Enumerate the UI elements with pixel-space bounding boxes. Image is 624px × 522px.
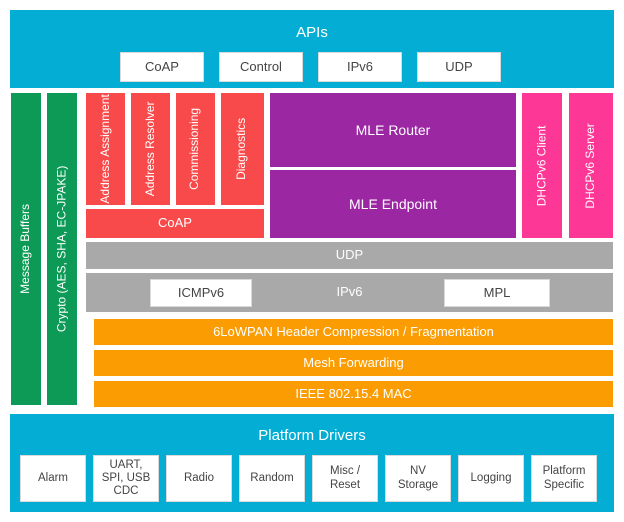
platform-item-label: Misc / Reset [329, 465, 361, 491]
core-mpl-label: MPL [483, 284, 511, 300]
core-diagnostics-label: Diagnostics [234, 117, 249, 181]
core-mle-router-label: MLE Router [355, 121, 431, 138]
api-layer-title: APIs [296, 23, 328, 41]
core-commissioning-label: Commissioning [187, 107, 202, 191]
core-6lowpan-label: 6LoWPAN Header Compression / Fragmentati… [213, 323, 494, 339]
api-item-label: UDP [445, 58, 473, 74]
core-dhcpv6-client-label: DHCPv6 Client [534, 125, 549, 206]
core-ieee-mac-row: IEEE 802.15.4 MAC [93, 380, 614, 408]
api-item-udp[interactable]: UDP [417, 52, 501, 82]
core-ipv6-label: IPv6 [336, 284, 363, 300]
platform-layer-title: Platform Drivers [258, 426, 366, 444]
core-address-resolver-label: Address Resolver [142, 101, 157, 197]
core-message-buffers-label: Message Buffers [18, 204, 33, 294]
core-mle-endpoint: MLE Endpoint [269, 169, 517, 239]
platform-item-uart-spi-usb-cdc[interactable]: UART, SPI, USB CDC [93, 455, 159, 502]
core-mle-endpoint-label: MLE Endpoint [349, 195, 437, 212]
platform-item-label: UART, SPI, USB CDC [101, 458, 151, 498]
core-dhcpv6-server-label: DHCPv6 Server [583, 122, 598, 209]
core-mesh-forwarding-label: Mesh Forwarding [303, 354, 404, 370]
core-address-assignment: Address Assignment [85, 92, 126, 206]
core-coap-label: CoAP [158, 215, 192, 231]
api-item-ipv6[interactable]: IPv6 [318, 52, 402, 82]
platform-item-logging[interactable]: Logging [458, 455, 524, 502]
core-icmpv6-box: ICMPv6 [150, 279, 252, 307]
core-address-resolver: Address Resolver [130, 92, 171, 206]
platform-item-platform-specific[interactable]: Platform Specific [531, 455, 597, 502]
platform-item-label: Platform Specific [542, 465, 586, 491]
core-icmpv6-label: ICMPv6 [177, 284, 225, 300]
core-diagnostics: Diagnostics [220, 92, 265, 206]
core-commissioning: Commissioning [175, 92, 216, 206]
core-address-assignment-label: Address Assignment [97, 94, 112, 204]
core-mle-router: MLE Router [269, 92, 517, 168]
api-item-label: Control [240, 58, 282, 74]
core-udp-row: UDP [85, 241, 614, 270]
api-item-coap[interactable]: CoAP [120, 52, 204, 82]
platform-item-nv-storage[interactable]: NV Storage [385, 455, 451, 502]
core-6lowpan-row: 6LoWPAN Header Compression / Fragmentati… [93, 318, 614, 346]
platform-item-label: Alarm [37, 471, 69, 484]
core-dhcpv6-server: DHCPv6 Server [568, 92, 614, 239]
core-mesh-forwarding-row: Mesh Forwarding [93, 349, 614, 377]
platform-item-label: NV Storage [397, 465, 439, 491]
platform-item-label: Radio [183, 471, 215, 484]
platform-item-alarm[interactable]: Alarm [20, 455, 86, 502]
api-item-label: IPv6 [346, 58, 373, 74]
core-crypto-label: Crypto (AES, SHA, EC-JPAKE) [54, 165, 69, 333]
api-item-label: CoAP [145, 58, 179, 74]
api-item-control[interactable]: Control [219, 52, 303, 82]
core-mpl-box: MPL [444, 279, 550, 307]
core-ieee-mac-label: IEEE 802.15.4 MAC [295, 385, 412, 401]
platform-item-random[interactable]: Random [239, 455, 305, 502]
core-dhcpv6-client: DHCPv6 Client [521, 92, 563, 239]
architecture-diagram: APIs CoAP Control IPv6 UDP Message Buffe… [0, 0, 624, 522]
platform-item-label: Random [250, 471, 294, 484]
platform-item-radio[interactable]: Radio [166, 455, 232, 502]
platform-item-label: Logging [470, 471, 512, 484]
core-udp-label: UDP [335, 247, 364, 263]
core-crypto: Crypto (AES, SHA, EC-JPAKE) [46, 92, 78, 406]
core-coap-bar: CoAP [85, 208, 265, 239]
platform-item-misc-reset[interactable]: Misc / Reset [312, 455, 378, 502]
core-message-buffers: Message Buffers [10, 92, 42, 406]
